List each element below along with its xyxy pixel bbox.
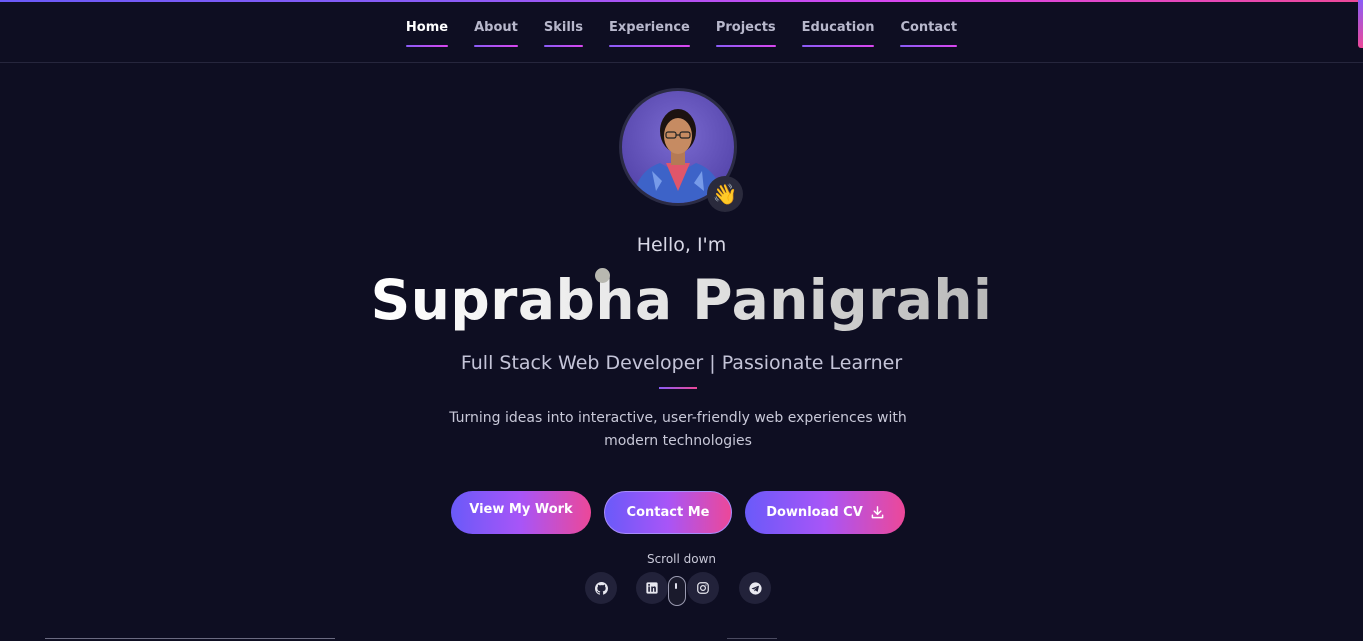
subtitle-divider bbox=[659, 387, 697, 389]
bottom-divider-right bbox=[727, 638, 777, 639]
greeting-text: Hello, I'm bbox=[636, 234, 727, 256]
linkedin-link[interactable] bbox=[636, 572, 668, 604]
download-icon bbox=[871, 506, 884, 519]
nav-label: Home bbox=[405, 20, 449, 35]
nav-list: Home About Skills Experience Projects Ed… bbox=[405, 20, 958, 47]
nav-label: Projects bbox=[715, 20, 776, 35]
hero-description: Turning ideas into interactive, user-fri… bbox=[449, 410, 907, 449]
nav-underline bbox=[715, 45, 776, 47]
nav-label: Contact bbox=[900, 20, 958, 35]
custom-cursor-dot bbox=[595, 268, 610, 283]
nav-underline bbox=[474, 45, 518, 47]
waving-hand-icon: 👋 bbox=[712, 182, 738, 206]
instagram-icon bbox=[697, 582, 709, 594]
wave-emoji-badge: 👋 bbox=[707, 176, 743, 212]
telegram-link[interactable] bbox=[739, 572, 771, 604]
nav-item-contact[interactable]: Contact bbox=[900, 20, 958, 47]
hero-subtitle: Full Stack Web Developer | Passionate Le… bbox=[460, 352, 903, 374]
contact-me-button[interactable]: Contact Me bbox=[604, 491, 732, 534]
scroll-mouse-icon bbox=[668, 576, 686, 606]
nav-underline bbox=[543, 45, 583, 47]
scroll-wheel bbox=[675, 583, 677, 589]
profile-avatar-wrap: 👋 bbox=[619, 88, 743, 212]
github-icon bbox=[594, 581, 608, 595]
nav-item-experience[interactable]: Experience bbox=[609, 20, 690, 47]
nav-underline bbox=[801, 45, 875, 47]
hero-name: Suprabha Panigrahi bbox=[0, 268, 1363, 332]
hero-name-text: Suprabha Panigrahi bbox=[370, 268, 993, 332]
scroll-down-hint: Scroll down bbox=[646, 552, 717, 566]
nav-label: Skills bbox=[543, 20, 583, 35]
github-link[interactable] bbox=[585, 572, 617, 604]
button-label: View My Work bbox=[469, 502, 573, 517]
nav-label: Experience bbox=[609, 20, 690, 35]
view-my-work-button[interactable]: View My Work bbox=[451, 491, 591, 534]
top-navigation: Home About Skills Experience Projects Ed… bbox=[0, 2, 1363, 63]
button-label: Download CV bbox=[766, 505, 863, 520]
nav-item-projects[interactable]: Projects bbox=[715, 20, 776, 47]
instagram-link[interactable] bbox=[687, 572, 719, 604]
bottom-divider-left bbox=[45, 638, 335, 639]
nav-underline bbox=[900, 45, 958, 47]
nav-label: Education bbox=[801, 20, 875, 35]
nav-label: About bbox=[474, 20, 518, 35]
nav-item-home[interactable]: Home bbox=[405, 20, 449, 47]
linkedin-icon bbox=[646, 582, 658, 594]
nav-underline bbox=[405, 45, 449, 47]
nav-item-education[interactable]: Education bbox=[801, 20, 875, 47]
download-cv-button[interactable]: Download CV bbox=[745, 491, 905, 534]
nav-underline bbox=[609, 45, 690, 47]
telegram-icon bbox=[748, 581, 762, 595]
nav-item-about[interactable]: About bbox=[474, 20, 518, 47]
button-label: Contact Me bbox=[626, 505, 710, 520]
nav-item-skills[interactable]: Skills bbox=[543, 20, 583, 47]
